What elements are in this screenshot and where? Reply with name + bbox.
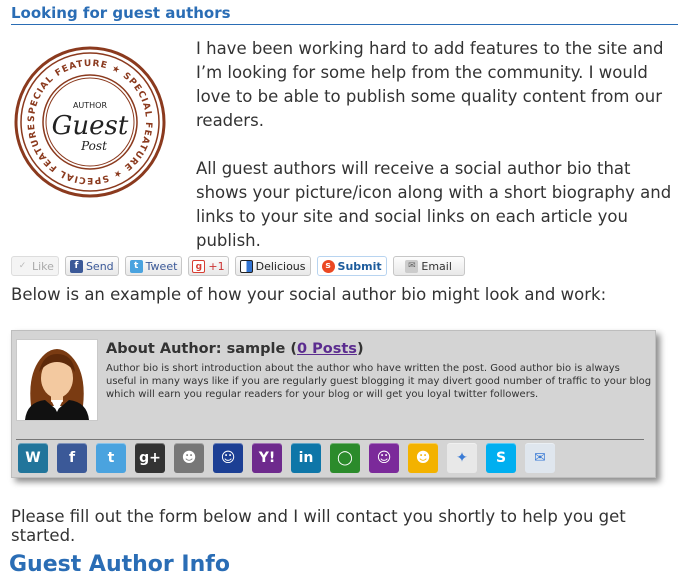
- messenger-icon[interactable]: ☺: [369, 443, 399, 473]
- author-bio-box: About Author: sample (0 Posts) Author bi…: [11, 330, 656, 478]
- people-icon[interactable]: ☻: [174, 443, 204, 473]
- intro-paragraph-2: All guest authors will receive a social …: [196, 159, 672, 250]
- mail-icon[interactable]: ✉: [525, 443, 555, 473]
- delicious-label: Delicious: [255, 259, 306, 273]
- author-posts-link[interactable]: 0 Posts: [297, 341, 357, 357]
- skype-icon[interactable]: S: [486, 443, 516, 473]
- bio-divider: [16, 439, 644, 440]
- guest-post-stamp: SPECIAL FEATURE ★ SPECIAL FEATURE ★ SPEC…: [14, 46, 166, 198]
- gplus-label: +1: [208, 259, 225, 273]
- stamp-top-text: AUTHOR: [73, 101, 108, 110]
- linkedin-icon[interactable]: in: [291, 443, 321, 473]
- wordpress-icon[interactable]: W: [18, 443, 48, 473]
- email-label: Email: [421, 259, 452, 273]
- yahoo-icon[interactable]: Y!: [252, 443, 282, 473]
- guest-author-info-heading: Guest Author Info: [9, 552, 230, 577]
- email-button[interactable]: ✉ Email: [392, 256, 465, 276]
- share-bar: ✓ Like f Send t Tweet g +1 Delicious s S…: [11, 254, 465, 278]
- intro-text: I have been working hard to add features…: [196, 37, 676, 277]
- like-label: Like: [32, 259, 54, 273]
- send-button[interactable]: f Send: [64, 256, 119, 276]
- google-icon: g: [192, 259, 206, 273]
- stamp-bottom-text: Post: [80, 139, 107, 153]
- bio-heading-prefix: About Author: sample (: [106, 341, 298, 357]
- bio-heading: About Author: sample (0 Posts): [106, 341, 364, 357]
- example-description: Below is an example of how your social a…: [11, 285, 607, 304]
- facebook-icon[interactable]: f: [57, 443, 87, 473]
- stumbleupon-submit-button[interactable]: s Submit: [316, 256, 387, 276]
- chat-icon[interactable]: ◯: [330, 443, 360, 473]
- delicious-button[interactable]: Delicious: [234, 256, 311, 276]
- send-label: Send: [85, 259, 114, 273]
- author-avatar: [16, 339, 98, 421]
- bio-heading-suffix: ): [356, 341, 364, 357]
- tweet-label: Tweet: [145, 259, 178, 273]
- msn-icon[interactable]: ✦: [447, 443, 477, 473]
- google-plus-icon[interactable]: g+: [135, 443, 165, 473]
- tweet-button[interactable]: t Tweet: [124, 256, 183, 276]
- bio-description: Author bio is short introduction about t…: [106, 363, 652, 400]
- twitter-bird-icon: t: [129, 259, 143, 273]
- myspace-icon[interactable]: ☺: [213, 443, 243, 473]
- email-icon: ✉: [405, 259, 419, 273]
- facebook-icon: f: [69, 259, 83, 273]
- page-title: Looking for guest authors: [11, 4, 678, 25]
- stamp-middle-text: Guest: [52, 111, 129, 141]
- stumbleupon-icon: s: [321, 259, 335, 273]
- delicious-icon: [239, 259, 253, 273]
- twitter-icon[interactable]: t: [96, 443, 126, 473]
- thumbs-up-icon: ✓: [18, 260, 27, 271]
- aim-icon[interactable]: ☻: [408, 443, 438, 473]
- submit-label: Submit: [337, 259, 382, 273]
- google-plus-one-button[interactable]: g +1: [188, 256, 229, 276]
- intro-paragraph-1: I have been working hard to add features…: [196, 39, 664, 130]
- form-instructions: Please fill out the form below and I wil…: [11, 507, 626, 545]
- like-button[interactable]: ✓ Like: [11, 256, 59, 276]
- social-icons: Wf t g+ ☻ ☺ Y! in ◯ ☺ ☻ ✦ S ✉: [18, 443, 555, 473]
